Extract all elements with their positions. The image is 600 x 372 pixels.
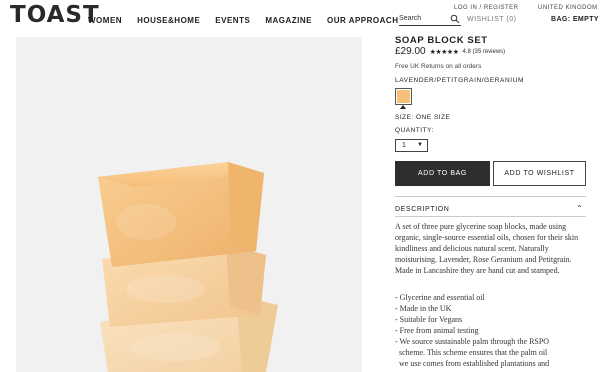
login-register-link[interactable]: LOG IN / REGISTER xyxy=(454,5,519,11)
nav-women[interactable]: WOMEN xyxy=(88,16,122,25)
main-nav: WOMEN HOUSE&HOME EVENTS MAGAZINE OUR APP… xyxy=(88,16,398,25)
search-placeholder: Search xyxy=(399,15,422,22)
colour-swatch[interactable] xyxy=(395,88,412,105)
divider xyxy=(395,196,586,197)
product-price: £29.00 xyxy=(395,46,426,57)
divider xyxy=(395,216,586,217)
nav-events[interactable]: EVENTS xyxy=(215,16,250,25)
product-title: SOAP BLOCK SET xyxy=(395,35,488,46)
list-item: - We source sustainable palm through the… xyxy=(395,337,550,368)
star-rating-icon[interactable]: ★★★★★ xyxy=(430,48,459,56)
list-item: - Made in the UK xyxy=(395,304,452,313)
search-input[interactable]: Search xyxy=(399,14,461,26)
review-count-link[interactable]: 4.8 (35 reviews) xyxy=(462,49,505,55)
bag-link[interactable]: BAG: EMPTY xyxy=(551,16,599,23)
add-to-bag-button[interactable]: ADD TO BAG xyxy=(395,161,490,186)
chevron-down-icon: ▼ xyxy=(417,142,423,148)
description-heading[interactable]: DESCRIPTION xyxy=(395,206,585,213)
quantity-label: QUANTITY: xyxy=(395,127,434,134)
quantity-select[interactable]: 1 ▼ xyxy=(395,139,428,152)
returns-note: Free UK Returns on all orders xyxy=(395,63,482,70)
swatch-selected-marker xyxy=(400,105,406,109)
list-item: - Glycerine and essential oil xyxy=(395,293,485,302)
nav-magazine[interactable]: MAGAZINE xyxy=(265,16,312,25)
feature-list: - Glycerine and essential oil - Made in … xyxy=(395,292,581,369)
size-label: SIZE: ONE SIZE xyxy=(395,114,451,121)
search-icon[interactable] xyxy=(450,14,460,24)
nav-our-approach[interactable]: OUR APPROACH xyxy=(327,16,398,25)
quantity-value: 1 xyxy=(402,142,406,149)
swatch-fill xyxy=(397,90,410,103)
fragrance-label: LAVENDER/PETITGRAIN/GERANIUM xyxy=(395,77,525,84)
price-row: £29.00 ★★★★★ 4.8 (35 reviews) xyxy=(395,46,585,57)
list-item: - Free from animal testing xyxy=(395,326,479,335)
list-item: - Suitable for Vegans xyxy=(395,315,463,324)
product-image xyxy=(16,37,362,372)
toast-logo[interactable]: TOAST xyxy=(10,2,100,28)
nav-house-home[interactable]: HOUSE&HOME xyxy=(137,16,200,25)
add-to-wishlist-button[interactable]: ADD TO WISHLIST xyxy=(493,161,586,186)
wishlist-link[interactable]: WISHLIST (0) xyxy=(467,16,516,23)
soap-blocks-photo xyxy=(16,37,362,372)
description-text: A set of three pure glycerine soap block… xyxy=(395,222,579,275)
country-selector[interactable]: UNITED KINGDOM xyxy=(538,5,598,11)
chevron-up-icon[interactable]: ⌃ xyxy=(576,204,583,213)
